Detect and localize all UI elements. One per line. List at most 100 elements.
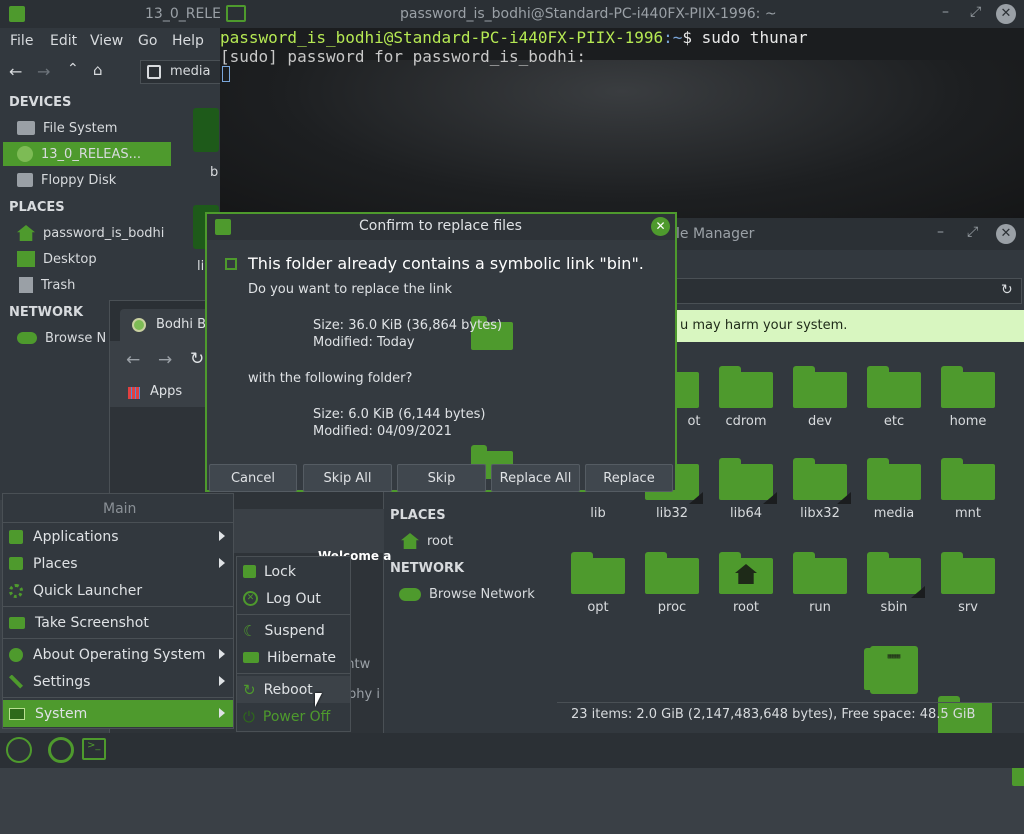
sidebar-item-label: password_is_bodhi xyxy=(43,225,165,241)
menu-item-log-out[interactable]: ✕ Log Out xyxy=(237,585,350,612)
menu-item-about[interactable]: About Operating System xyxy=(3,641,233,668)
sidebar-item-file-system[interactable]: File System xyxy=(17,116,207,140)
home-icon[interactable]: ⌂ xyxy=(93,61,103,79)
menu-edit[interactable]: Edit xyxy=(50,33,77,49)
sidebar-item-trash[interactable]: Trash xyxy=(17,273,207,297)
maximize-icon[interactable]: ⤢ xyxy=(967,224,978,240)
folder-label: mnt xyxy=(955,506,981,521)
folder-icon[interactable] xyxy=(193,108,219,152)
sidebar-item-label: File System xyxy=(43,120,118,136)
folder-item-mnt[interactable]: mnt xyxy=(933,458,1003,521)
terminal-line-2: [sudo] password for password_is_bodhi: xyxy=(220,47,587,66)
folder-item-srv[interactable]: srv xyxy=(933,552,1003,615)
folder-item-cdrom[interactable]: cdrom xyxy=(711,366,781,429)
folder-icon xyxy=(719,366,773,408)
root-warning-banner: u may harm your system. xyxy=(674,310,1024,342)
replace-button[interactable]: Replace xyxy=(585,464,673,492)
sidebar-item-release[interactable]: 13_0_RELEAS... xyxy=(3,142,171,166)
fm-root-title: le Manager xyxy=(676,226,755,242)
binary-file-icon[interactable]: ▦▦▦ xyxy=(870,646,918,694)
cancel-button[interactable]: Cancel xyxy=(209,464,297,492)
folder-label: sbin xyxy=(880,600,908,615)
reload-icon[interactable]: ↻ xyxy=(190,349,204,369)
menu-item-suspend[interactable]: ☾ Suspend xyxy=(237,617,350,644)
skip-button[interactable]: Skip xyxy=(397,464,486,492)
bodhi-menu-icon[interactable] xyxy=(6,737,32,763)
folder-item-root[interactable]: root xyxy=(711,552,781,615)
folder-label: proc xyxy=(657,600,687,615)
folder-item-opt[interactable]: opt xyxy=(563,552,633,615)
menu-item-applications[interactable]: Applications xyxy=(3,523,233,550)
menu-go[interactable]: Go xyxy=(138,33,157,49)
minimize-icon[interactable]: – xyxy=(937,224,944,240)
folder-label: home xyxy=(949,414,987,429)
menu-help[interactable]: Help xyxy=(172,33,204,49)
back-arrow-icon[interactable]: ← xyxy=(126,350,140,370)
folder-icon xyxy=(645,552,699,594)
menu-item-label: Power Off xyxy=(262,708,331,725)
info-icon xyxy=(9,647,23,662)
sidebar-item-home[interactable]: password_is_bodhi xyxy=(17,221,207,245)
location-bar[interactable]: ↻ xyxy=(674,278,1022,304)
close-icon[interactable]: ✕ xyxy=(996,224,1016,244)
menu-item-settings[interactable]: Settings xyxy=(3,668,233,695)
menu-item-take-screenshot[interactable]: Take Screenshot xyxy=(3,609,233,636)
forward-arrow-icon[interactable]: → xyxy=(37,62,50,81)
menu-item-quick-launcher[interactable]: Quick Launcher xyxy=(3,577,233,604)
minimize-icon[interactable]: – xyxy=(942,4,949,20)
menu-item-label: About Operating System xyxy=(33,646,206,663)
menu-item-system[interactable]: System xyxy=(3,700,233,727)
terminal-cursor xyxy=(222,66,230,82)
folder-item-run[interactable]: run xyxy=(785,552,855,615)
trash-icon xyxy=(19,277,33,293)
up-arrow-icon[interactable]: ⌃ xyxy=(67,61,79,77)
sidebar-item-floppy[interactable]: Floppy Disk xyxy=(17,168,207,192)
sidebar-item-browse-network[interactable]: Browse Network xyxy=(399,582,589,606)
folder-item-media[interactable]: media xyxy=(859,458,929,521)
menu-item-reboot[interactable]: ↻ Reboot xyxy=(237,676,350,703)
dialog-titlebar[interactable]: Confirm to replace files ✕ xyxy=(207,214,675,240)
terminal-launcher-icon[interactable]: >_ xyxy=(82,738,106,760)
folder-item-dev[interactable]: dev xyxy=(785,366,855,429)
folder-icon xyxy=(719,552,773,594)
skip-all-button[interactable]: Skip All xyxy=(303,464,392,492)
status-bar: 23 items: 2.0 GiB (2,147,483,648 bytes),… xyxy=(557,702,1024,726)
folder-item-lib64[interactable]: lib64 xyxy=(711,458,781,521)
replace-all-button[interactable]: Replace All xyxy=(491,464,580,492)
menu-item-power-off[interactable]: ⏻ Power Off xyxy=(237,703,350,730)
sidebar-item-root[interactable]: root xyxy=(401,529,591,553)
close-icon[interactable]: ✕ xyxy=(996,4,1016,24)
folder-icon xyxy=(941,366,995,408)
new-modified: Modified: 04/09/2021 xyxy=(313,424,452,439)
menu-file[interactable]: File xyxy=(10,33,33,49)
folder-item-home[interactable]: home xyxy=(933,366,1003,429)
apps-label[interactable]: Apps xyxy=(150,384,182,399)
terminal-titlebar[interactable]: password_is_bodhi@Standard-PC-i440FX-PII… xyxy=(220,0,1024,28)
terminal-icon xyxy=(226,5,246,22)
folder-item-etc[interactable]: etc xyxy=(859,366,929,429)
chevron-right-icon xyxy=(219,531,225,541)
menu-item-lock[interactable]: Lock xyxy=(237,558,350,585)
fm-back-titlebar[interactable]: 13_0_RELE xyxy=(0,0,225,28)
maximize-icon[interactable]: ⤢ xyxy=(970,4,981,20)
folder-icon xyxy=(793,366,847,408)
reload-icon[interactable]: ↻ xyxy=(1001,282,1013,298)
browser-launcher-icon[interactable] xyxy=(48,737,74,763)
folder-item-proc[interactable]: proc xyxy=(637,552,707,615)
folder-label: etc xyxy=(883,414,905,429)
folder-icon xyxy=(793,552,847,594)
menu-item-hibernate[interactable]: Hibernate xyxy=(237,644,350,671)
menu-view[interactable]: View xyxy=(90,33,123,49)
sidebar-item-desktop[interactable]: Desktop xyxy=(17,247,207,271)
path-bar[interactable]: media xyxy=(140,60,225,84)
menu-item-places[interactable]: Places xyxy=(3,550,233,577)
terminal-window[interactable]: password_is_bodhi@Standard-PC-i440FX-PII… xyxy=(220,0,1024,218)
forward-arrow-icon[interactable]: → xyxy=(158,350,172,370)
folder-item-libx32[interactable]: libx32 xyxy=(785,458,855,521)
browser-page-section xyxy=(234,509,384,553)
back-arrow-icon[interactable]: ← xyxy=(9,62,22,81)
folder-item-sbin[interactable]: sbin xyxy=(859,552,929,615)
bag-icon xyxy=(9,6,25,22)
close-icon[interactable]: ✕ xyxy=(651,217,670,236)
logout-icon: ✕ xyxy=(243,591,258,606)
